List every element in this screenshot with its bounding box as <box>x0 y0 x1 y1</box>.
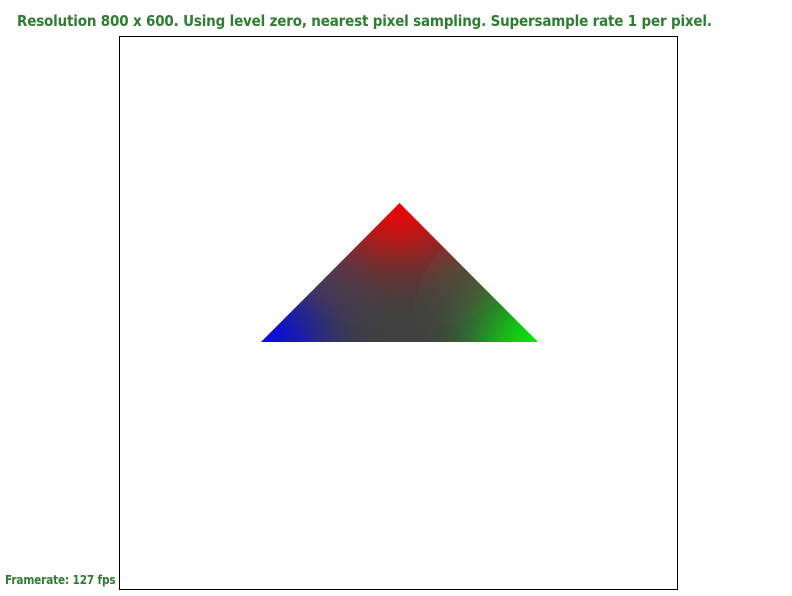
gradient-triangle <box>261 203 538 342</box>
render-viewport[interactable] <box>119 36 678 590</box>
rendered-triangle-canvas <box>261 203 538 342</box>
resolution-info-text: Resolution 800 x 600. Using level zero, … <box>17 12 712 30</box>
framerate-text: Framerate: 127 fps <box>5 573 116 587</box>
